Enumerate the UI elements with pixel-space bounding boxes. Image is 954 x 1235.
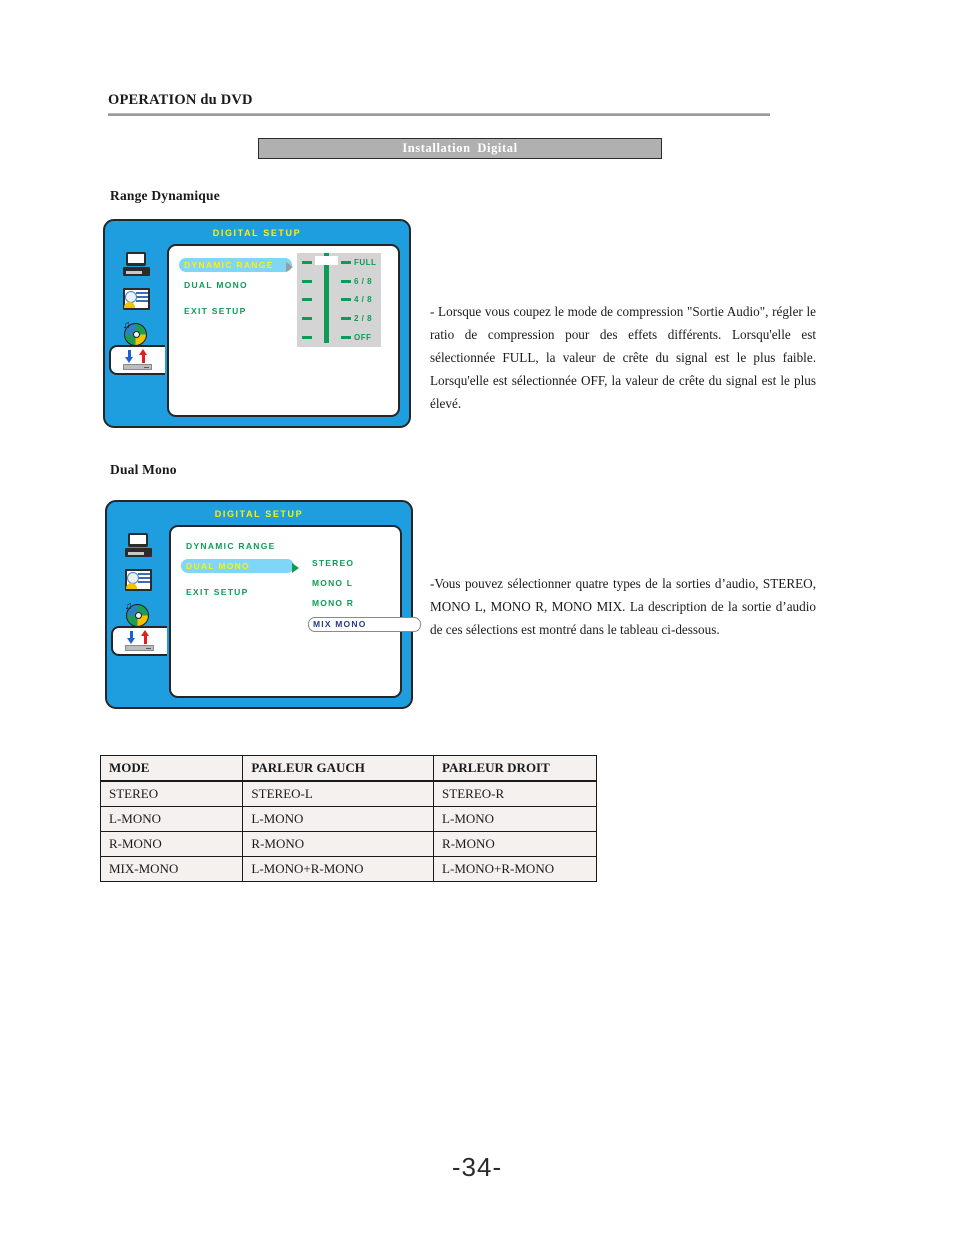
osd-sidebar-range: ♫ [105,246,167,351]
tick-left-icon [302,279,312,283]
table-row: STEREO STEREO-L STEREO-R [99,780,597,807]
osd-panel-dual: DYNAMIC RANGE DUAL MONO EXIT SETUP STERE… [169,525,421,698]
tick-right-icon [341,336,351,340]
submenu-item-mono-l[interactable]: MONO L [308,577,428,590]
header-divider [108,113,770,116]
slider-row[interactable]: 6 / 8 [297,272,381,291]
dual-mono-submenu: STEREO MONO L MONO R MIX MONO [308,557,428,639]
submenu-item-mix-mono[interactable]: MIX MONO [308,617,421,632]
slider-label-4-8: 4 / 8 [354,295,373,305]
video-card-icon [124,568,152,591]
table-header-left: PARLEUR GAUCH [242,755,435,782]
tick-left-icon [302,298,312,302]
slider-label-full: FULL [354,257,377,267]
audio-setup-icon [123,630,157,652]
tick-left-icon [302,260,312,264]
table-cell-mode: L-MONO [99,806,244,832]
slider-label-6-8: 6 / 8 [354,276,373,286]
osd-dual-mono: DIGITAL SETUP ♫ DYNAMIC RANGE DUAL MONO … [105,500,421,709]
sidebar-item-audio-setup-selected[interactable] [111,626,167,656]
tick-right-icon [341,298,351,302]
table-cell-right: R-MONO [433,831,597,857]
table-header-mode: MODE [99,755,244,782]
menu-item-exit-setup[interactable]: EXIT SETUP [179,304,311,318]
menu-item-dynamic-range[interactable]: DYNAMIC RANGE [179,258,292,272]
table-cell-mode: R-MONO [99,831,244,857]
audio-setup-icon [121,349,155,371]
menu-item-dynamic-range[interactable]: DYNAMIC RANGE [181,539,313,553]
page-header: OPERATION du DVD [108,92,770,116]
table-cell-left: R-MONO [242,831,435,857]
monitor-icon [124,532,152,557]
heading-range-dynamique: Range Dynamique [110,188,220,203]
dynamic-range-slider[interactable]: FULL 6 / 8 4 / 8 2 / 8 OFF [297,253,381,347]
tick-left-icon [302,336,312,340]
slider-rows: FULL 6 / 8 4 / 8 2 / 8 OFF [297,253,381,347]
slider-track [324,260,329,343]
osd-dynamic-range: DIGITAL SETUP ♫ DYNAMIC RANGE DUAL MONO … [103,219,411,428]
submenu-item-mono-r[interactable]: MONO R [308,597,428,610]
disc-icon: ♫ [123,320,149,347]
table-cell-left: L-MONO [242,806,435,832]
video-card-icon [122,287,150,310]
table-cell-mode: STEREO [99,780,244,807]
osd-title-dual: DIGITAL SETUP [214,509,304,519]
slider-row[interactable]: FULL [297,253,381,272]
chevron-right-icon [292,563,299,573]
page-number: -34- [451,1152,503,1182]
section-banner: Installation Digital [258,138,662,159]
slider-row[interactable]: 2 / 8 [297,309,381,328]
chevron-right-icon [286,262,293,272]
table-header-row: MODE PARLEUR GAUCH PARLEUR DROIT [99,755,597,782]
tick-right-icon [341,317,351,321]
osd-title-range: DIGITAL SETUP [212,228,302,238]
paragraph-dual-mono: -Vous pouvez sélectionner quatre types d… [430,576,816,637]
slider-label-2-8: 2 / 8 [354,314,373,324]
slider-row[interactable]: 4 / 8 [297,291,381,310]
table-cell-right: STEREO-R [433,780,597,807]
slider-label-off: OFF [354,333,372,343]
submenu-item-stereo[interactable]: STEREO [308,557,428,570]
sidebar-item-video[interactable] [105,281,167,316]
sidebar-item-monitor[interactable] [105,246,167,281]
osd-panel-range: DYNAMIC RANGE DUAL MONO EXIT SETUP FULL … [167,244,400,417]
disc-icon: ♫ [125,601,151,628]
table-header-right: PARLEUR DROIT [433,755,597,782]
table-cell-right: L-MONO+R-MONO [433,856,597,882]
table-cell-mode: MIX-MONO [99,856,244,882]
menu-item-exit-setup[interactable]: EXIT SETUP [181,585,313,599]
tick-right-icon [341,260,351,264]
table-row: MIX-MONO L-MONO+R-MONO L-MONO+R-MONO [99,856,597,882]
heading-dual-mono: Dual Mono [110,462,177,477]
paragraph-dynamic-range: - Lorsque vous coupez le mode de compres… [430,304,816,411]
sidebar-item-video[interactable] [107,562,169,597]
table-row: L-MONO L-MONO L-MONO [99,806,597,832]
table-cell-right: L-MONO [433,806,597,832]
sidebar-item-monitor[interactable] [107,527,169,562]
osd-sidebar-dual: ♫ [107,527,169,632]
speaker-output-table: MODE PARLEUR GAUCH PARLEUR DROIT STEREO … [99,755,597,882]
menu-item-dual-mono[interactable]: DUAL MONO [179,278,311,292]
monitor-icon [122,251,150,276]
slider-handle[interactable] [315,253,338,265]
section-banner-label: Installation Digital [402,141,518,155]
sidebar-item-audio-setup-selected[interactable] [109,345,165,375]
table-row: R-MONO R-MONO R-MONO [99,831,597,857]
table-cell-left: STEREO-L [242,780,435,807]
page-title: OPERATION du DVD [108,92,253,108]
tick-right-icon [341,279,351,283]
slider-row[interactable]: OFF [297,328,381,347]
table-cell-left: L-MONO+R-MONO [242,856,435,882]
tick-left-icon [302,317,312,321]
menu-item-dual-mono[interactable]: DUAL MONO [181,559,294,573]
